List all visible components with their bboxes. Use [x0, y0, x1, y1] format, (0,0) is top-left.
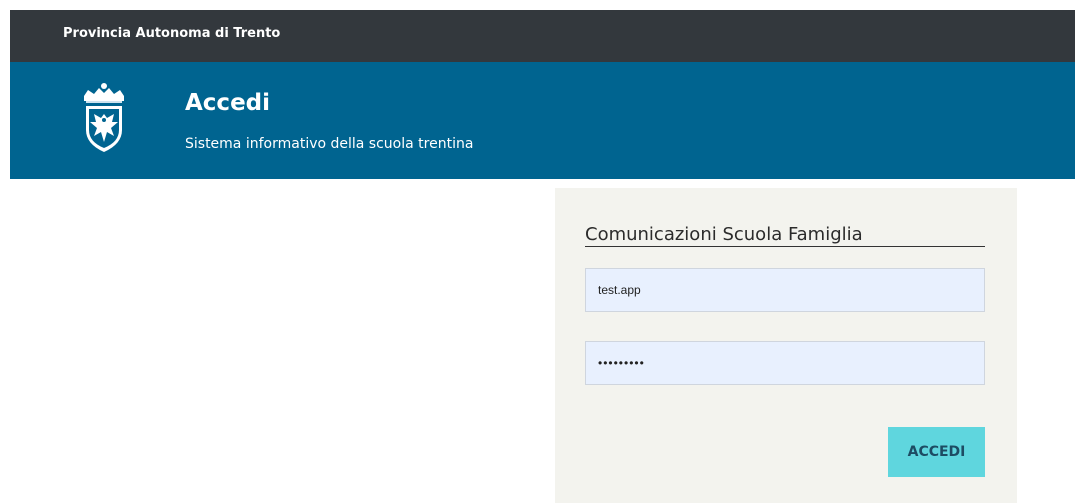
top-bar: Provincia Autonoma di Trento — [10, 10, 1075, 62]
password-field[interactable] — [585, 341, 985, 385]
coat-of-arms-icon — [84, 83, 124, 152]
page-header: Accedi Sistema informativo della scuola … — [10, 62, 1075, 179]
organization-name: Provincia Autonoma di Trento — [63, 26, 281, 41]
login-form-title: Comunicazioni Scuola Famiglia — [585, 224, 985, 247]
page-title: Accedi — [185, 90, 271, 116]
page-subtitle: Sistema informativo della scuola trentin… — [185, 136, 474, 152]
login-button[interactable]: ACCEDI — [888, 427, 985, 477]
login-panel: Comunicazioni Scuola Famiglia ACCEDI — [555, 188, 1017, 503]
username-field[interactable] — [585, 268, 985, 312]
